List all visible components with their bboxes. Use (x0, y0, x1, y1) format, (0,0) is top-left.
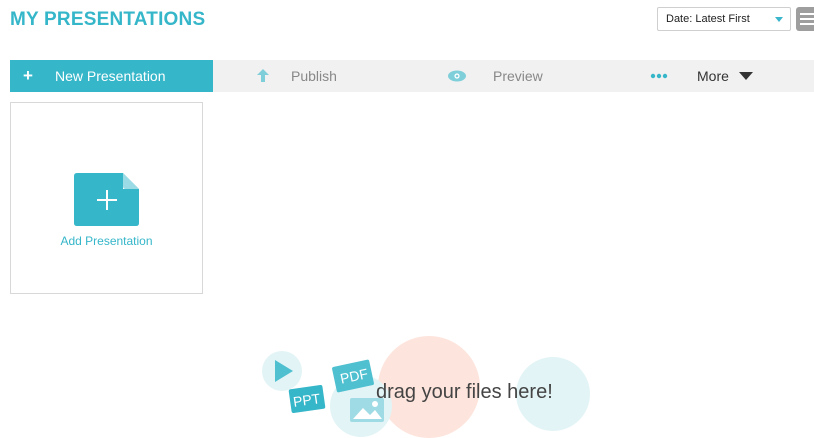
more-menu-button[interactable]: More (650, 60, 770, 92)
add-file-icon (74, 173, 139, 226)
publish-label: Publish (291, 68, 337, 84)
preview-label: Preview (493, 68, 543, 84)
drop-zone-text: drag your files here! (376, 381, 553, 403)
play-icon (275, 360, 293, 382)
upload-arrow-icon (257, 69, 269, 82)
dropdown-caret-icon (775, 17, 783, 22)
publish-button[interactable]: Publish (250, 60, 370, 92)
toolbar: + New Presentation Publish Preview More (10, 60, 814, 92)
sort-dropdown[interactable]: Date: Latest First (657, 7, 791, 31)
file-drop-zone[interactable]: PPT PDF (0, 320, 814, 438)
caret-down-icon (739, 72, 753, 80)
list-view-icon[interactable] (796, 7, 814, 31)
dots-icon (650, 73, 668, 79)
add-presentation-label: Add Presentation (60, 234, 153, 248)
more-label: More (697, 68, 729, 84)
preview-button[interactable]: Preview (445, 60, 565, 92)
page-title: MY PRESENTATIONS (10, 9, 206, 30)
new-presentation-button[interactable]: + New Presentation (10, 60, 213, 92)
plus-icon: + (23, 66, 33, 85)
new-presentation-label: New Presentation (55, 68, 166, 84)
eye-icon (448, 70, 466, 82)
add-presentation-card[interactable]: Add Presentation (10, 102, 203, 294)
sort-dropdown-value: Date: Latest First (666, 13, 750, 25)
